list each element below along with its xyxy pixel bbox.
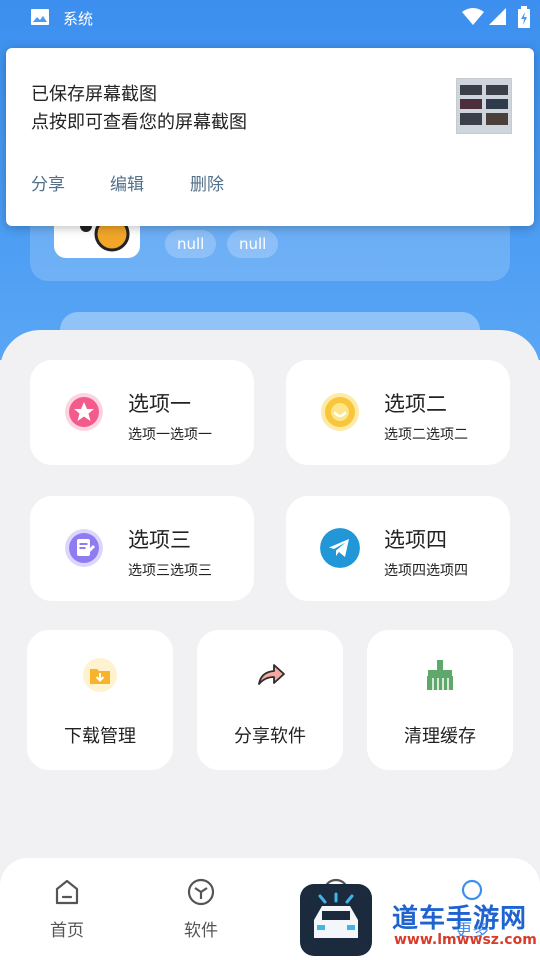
option-card-1[interactable]: 选项一 选项一选项一 (30, 360, 254, 465)
image-icon (31, 9, 49, 25)
tab-home[interactable]: 首页 (27, 878, 107, 941)
option-title: 选项三 (128, 528, 191, 552)
edit-button[interactable]: 编辑 (110, 170, 144, 195)
option-subtitle: 选项二选项二 (384, 427, 468, 443)
option-title: 选项一 (128, 392, 191, 416)
tool-label: 分享软件 (234, 726, 306, 747)
share-button[interactable]: 分享 (31, 170, 65, 195)
wifi-icon (462, 8, 484, 25)
share-arrow-icon (258, 664, 285, 685)
option-card-3[interactable]: 选项三 选项三选项三 (30, 496, 254, 601)
tab-label: 软件 (184, 921, 218, 941)
profile-tag: null (227, 230, 279, 258)
smile-icon (321, 393, 359, 431)
star-icon (65, 393, 103, 431)
option-subtitle: 选项四选项四 (384, 563, 468, 579)
tool-label: 下载管理 (64, 726, 136, 747)
option-card-2[interactable]: 选项二 选项二选项二 (286, 360, 510, 465)
tool-card-share[interactable]: 分享软件 (197, 630, 343, 770)
tab-software[interactable]: 软件 (161, 878, 241, 941)
screenshot-thumbnail[interactable] (456, 78, 512, 134)
profile-tag: null (165, 230, 217, 258)
telegram-icon (320, 528, 360, 568)
option-subtitle: 选项三选项三 (128, 563, 212, 579)
screenshot-notification[interactable]: 已保存屏幕截图 点按即可查看您的屏幕截图 分享 编辑 删除 (6, 48, 534, 226)
cube-icon (187, 878, 215, 906)
tool-label: 清理缓存 (404, 726, 476, 747)
option-title: 选项四 (384, 528, 447, 552)
tab-label: 首页 (50, 921, 84, 941)
status-app-label: 系统 (63, 10, 94, 28)
delete-button[interactable]: 删除 (190, 170, 224, 195)
status-bar: 系统 (0, 0, 540, 36)
home-icon (55, 879, 79, 905)
watermark: 道车手游网 www.lmwwsz.com (392, 898, 537, 954)
notification-text: 点按即可查看您的屏幕截图 (31, 112, 247, 133)
car-app-logo (300, 884, 372, 956)
watermark-title: 道车手游网 (392, 904, 528, 934)
option-title: 选项二 (384, 392, 447, 416)
note-icon (65, 529, 103, 567)
option-subtitle: 选项一选项一 (128, 427, 212, 443)
watermark-url: www.lmwwsz.com (394, 932, 537, 948)
download-folder-icon (83, 658, 117, 692)
notification-title: 已保存屏幕截图 (31, 84, 157, 105)
option-card-4[interactable]: 选项四 选项四选项四 (286, 496, 510, 601)
tool-card-clean[interactable]: 清理缓存 (367, 630, 513, 770)
broom-icon (427, 660, 453, 690)
tool-card-download[interactable]: 下载管理 (27, 630, 173, 770)
signal-icon (489, 8, 506, 25)
battery-icon (518, 6, 530, 28)
